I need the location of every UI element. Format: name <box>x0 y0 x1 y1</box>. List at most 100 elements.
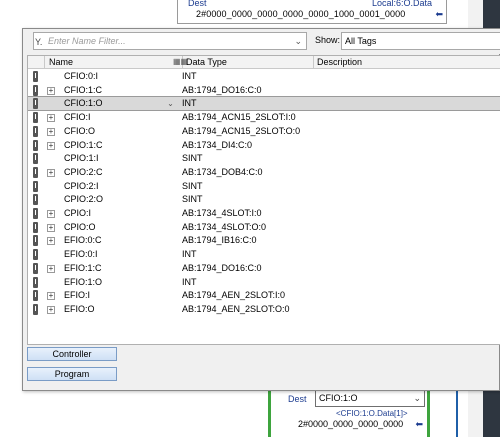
tag-grid: Name ▦▦ Data Type Description CFIO:0:I IN… <box>27 55 500 345</box>
dest-operand-value: CFIO:1:O <box>319 393 358 403</box>
tag-data-type: SINT <box>182 180 203 191</box>
tag-data-type: INT <box>182 276 197 287</box>
tag-row[interactable]: + EFIO:1:C AB:1794_DO16:C:0 <box>28 262 500 275</box>
tag-name: CFIO:1:O <box>64 98 103 109</box>
tag-data-type: INT <box>182 98 197 109</box>
tag-name: CFIO:O <box>64 125 95 136</box>
tag-icon <box>32 153 39 165</box>
dest-label: Dest <box>188 0 207 8</box>
left-arrow-icon: ⬅ <box>435 9 443 19</box>
mov-instruction-top[interactable]: Dest Local:6:O.Data 2#0000_0000_0000_000… <box>177 0 447 24</box>
tag-icon <box>32 290 39 302</box>
chevron-down-icon[interactable]: ⌄ <box>413 391 421 406</box>
header-icon-column <box>28 56 45 69</box>
tag-row[interactable]: + CFIO:O AB:1794_ACN15_2SLOT:O:0 <box>28 125 500 138</box>
tag-data-type: SINT <box>182 153 203 164</box>
tag-row[interactable]: EFIO:0:I INT <box>28 248 500 261</box>
rung-energized-right <box>427 383 430 437</box>
chevron-down-icon[interactable]: ⌄ <box>294 33 302 49</box>
tag-name: CFIO:0:I <box>64 71 99 81</box>
dest-tag-text: <CFIO:1:O.Data[1]> <box>336 409 408 418</box>
tag-name: EFIO:O <box>64 303 95 314</box>
show-select[interactable]: All Tags <box>341 32 500 50</box>
tag-data-type: AB:1734_4SLOT:I:0 <box>182 208 262 218</box>
tag-icon <box>32 166 39 178</box>
tag-name: EFIO:0:I <box>64 249 98 260</box>
tag-name: CPIO:1:C <box>64 139 103 150</box>
tag-icon <box>32 262 39 274</box>
controller-scope-button[interactable]: Controller <box>27 347 117 361</box>
tag-name: CFIO:I <box>64 112 91 123</box>
tag-data-type: INT <box>182 71 197 81</box>
tag-row[interactable]: CPIO:1:I SINT <box>28 152 500 165</box>
tag-data-type: AB:1794_DO16:C:0 <box>182 262 262 273</box>
plus-box-icon[interactable]: + <box>47 223 55 232</box>
tag-icon <box>32 221 39 233</box>
tag-row[interactable]: + EFIO:O AB:1794_AEN_2SLOT:O:0 <box>28 303 500 316</box>
tag-row[interactable]: + EFIO:0:C AB:1794_IB16:C:0 <box>28 234 500 247</box>
tag-row[interactable]: + CPIO:1:C AB:1734_DI4:C:0 <box>28 139 500 152</box>
plus-box-icon[interactable]: + <box>47 305 55 314</box>
tag-row[interactable]: CPIO:2:O SINT <box>28 193 500 206</box>
tag-name: CFIO:1:C <box>64 84 103 95</box>
dest-binary-value: 2#0000_0000_0000_0000 <box>298 419 404 429</box>
tag-name: CPIO:1:I <box>64 153 99 164</box>
plus-box-icon[interactable]: + <box>47 210 55 218</box>
tag-icon <box>32 194 39 206</box>
tag-icon <box>32 208 39 219</box>
column-header-description[interactable]: Description <box>314 56 500 69</box>
tag-row[interactable]: + EFIO:I AB:1794_AEN_2SLOT:I:0 <box>28 289 500 302</box>
tag-row[interactable]: + CPIO:I AB:1734_4SLOT:I:0 <box>28 207 500 220</box>
plus-box-icon[interactable]: + <box>47 127 55 136</box>
tag-name: EFIO:1:C <box>64 262 102 273</box>
tag-row[interactable]: + CPIO:2:C AB:1734_DOB4:C:0 <box>28 166 500 179</box>
plus-box-icon[interactable]: + <box>47 86 55 95</box>
tag-data-type: INT <box>182 249 197 260</box>
grid-header: Name ▦▦ Data Type Description <box>28 56 500 69</box>
column-header-data-type[interactable]: Data Type <box>183 56 314 69</box>
plus-box-icon[interactable]: + <box>47 237 55 246</box>
plus-box-icon[interactable]: + <box>47 141 55 150</box>
tag-row[interactable]: + CFIO:1:C AB:1794_DO16:C:0 <box>28 84 500 97</box>
right-rail-top <box>483 0 500 30</box>
program-scope-button[interactable]: Program <box>27 367 117 381</box>
tag-data-type: AB:1794_IB16:C:0 <box>182 235 257 246</box>
dest-value: Local:6:O.Data <box>371 0 432 8</box>
left-arrow-icon: ⬅ <box>415 419 423 429</box>
plus-box-icon[interactable]: + <box>47 168 55 177</box>
tag-row[interactable]: + CPIO:O AB:1734_4SLOT:O:0 <box>28 221 500 234</box>
plus-box-icon[interactable]: + <box>47 114 55 123</box>
tag-data-type: AB:1794_ACN15_2SLOT:O:0 <box>182 125 301 136</box>
tag-icon <box>32 98 39 110</box>
tag-icon <box>32 235 39 247</box>
chevron-down-icon[interactable]: ⌄ <box>164 98 177 109</box>
funnel-icon[interactable]: Y. <box>35 34 42 50</box>
tag-name: CPIO:I <box>64 208 92 218</box>
tag-data-type: AB:1794_AEN_2SLOT:O:0 <box>182 303 290 314</box>
dest-label: Dest <box>288 394 307 404</box>
tag-name: EFIO:I <box>64 290 91 301</box>
tag-row[interactable]: + CFIO:I AB:1794_ACN15_2SLOT:I:0 <box>28 111 500 124</box>
tag-row[interactable]: CFIO:0:I INT <box>28 70 500 83</box>
plus-box-icon[interactable]: + <box>47 292 55 301</box>
name-filter-placeholder: Enter Name Filter... <box>48 36 126 46</box>
tag-row[interactable]: CFIO:1:O ⌄ INT <box>28 96 500 112</box>
dest-binary-value: 2#0000_0000_0000_0000_0000_1000_0001_000… <box>196 9 406 19</box>
dest-operand-select[interactable]: CFIO:1:O ⌄ <box>315 390 425 407</box>
tag-icon <box>32 84 39 96</box>
column-header-name[interactable]: Name ▦▦ <box>45 56 188 69</box>
tag-icon <box>32 139 39 151</box>
rung-energized-left <box>268 383 271 437</box>
tag-icon <box>32 71 39 82</box>
name-filter-input[interactable]: Y. Enter Name Filter... ⌄ <box>33 32 307 50</box>
tag-browser-popup: Y. Enter Name Filter... ⌄ Show: All Tags… <box>22 28 500 391</box>
plus-box-icon[interactable]: + <box>47 264 55 273</box>
tag-name: EFIO:0:C <box>64 235 102 246</box>
tag-row[interactable]: CPIO:2:I SINT <box>28 180 500 193</box>
tag-name: CPIO:2:I <box>64 180 99 191</box>
tag-name: CPIO:O <box>64 221 96 232</box>
tag-row[interactable]: EFIO:1:O INT <box>28 276 500 289</box>
tag-data-type: AB:1794_AEN_2SLOT:I:0 <box>182 290 286 301</box>
tag-icon <box>32 180 39 192</box>
tag-data-type: AB:1794_ACN15_2SLOT:I:0 <box>182 112 296 123</box>
